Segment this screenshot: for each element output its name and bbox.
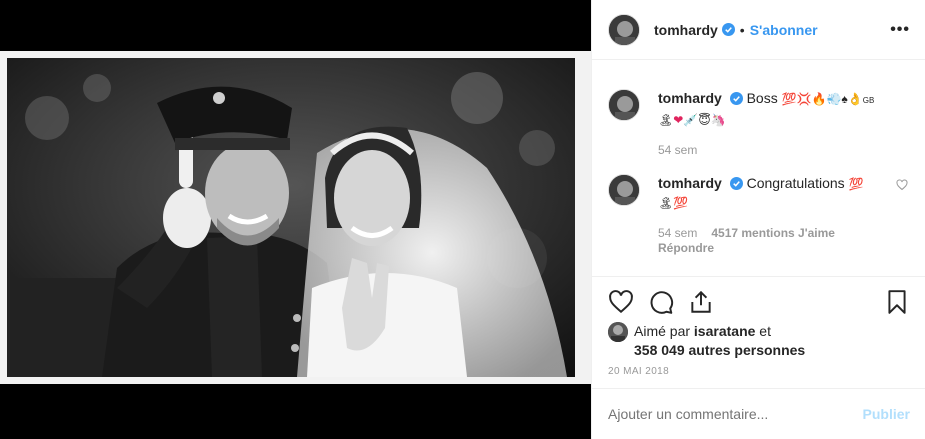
emoji-hundred-icon: 💯 <box>781 92 797 106</box>
comment-avatar[interactable] <box>608 174 640 206</box>
comments-list: tomhardy Boss 💯💢🔥💨♠👌GB 🏝❤💉😇🦄 54 sem tomh… <box>592 61 925 275</box>
add-comment-bar: Publier <box>592 388 925 439</box>
avatar-image <box>609 175 639 205</box>
likes-prefix: Aimé par <box>634 323 691 339</box>
likes-text: Aimé par isaratane et 358 049 autres per… <box>634 322 904 360</box>
emoji-anger-icon: 💢 <box>796 92 812 106</box>
comment-meta: 54 sem 4517 mentions J'aime Répondre <box>658 226 888 256</box>
publish-button[interactable]: Publier <box>863 406 910 422</box>
comment-likes-count[interactable]: 4517 mentions J'aime <box>711 226 835 240</box>
comment-username[interactable]: tomhardy <box>658 90 722 106</box>
comment-meta: 54 sem <box>658 143 888 158</box>
verified-badge-icon <box>721 23 735 36</box>
author-username[interactable]: tomhardy <box>654 22 718 38</box>
emoji-island-icon: 🏝 <box>658 113 674 127</box>
post-header: tomhardy • S'abonner ••• <box>592 0 925 60</box>
emoji-unicorn-icon: 🦄 <box>710 113 726 127</box>
comment-body: tomhardy Boss 💯💢🔥💨♠👌GB 🏝❤💉😇🦄 54 sem <box>658 89 888 158</box>
wedding-photo-image <box>7 58 575 377</box>
post-date[interactable]: 20 MAI 2018 <box>608 366 669 377</box>
emoji-syringe-icon: 💉 <box>683 113 699 127</box>
verified-badge-icon <box>729 177 743 190</box>
liker-username[interactable]: isaratane <box>694 323 755 339</box>
comment-avatar[interactable] <box>608 89 640 121</box>
bookmark-icon[interactable] <box>884 289 910 315</box>
emoji-heart-icon: ❤ <box>673 113 684 127</box>
comment-username[interactable]: tomhardy <box>658 175 722 191</box>
photo-frame <box>0 51 591 384</box>
post-side-panel: tomhardy • S'abonner ••• tomhardy Boss 💯… <box>591 0 925 439</box>
comment-like-heart-icon[interactable] <box>896 179 908 191</box>
emoji-fire-icon: 🔥 <box>811 92 827 106</box>
action-bar <box>592 276 925 326</box>
comment-time[interactable]: 54 sem <box>658 143 697 157</box>
comment-bubble-icon[interactable] <box>648 289 674 315</box>
follow-button[interactable]: S'abonner <box>750 22 818 38</box>
share-icon[interactable] <box>688 289 714 315</box>
comment-body: tomhardy Congratulations 💯 🏝💯 54 sem 4517… <box>658 174 888 256</box>
comment-time[interactable]: 54 sem <box>658 226 697 240</box>
verified-badge-icon <box>729 92 743 105</box>
emoji-ok-hand-icon: 👌 <box>847 92 863 106</box>
post-photo[interactable] <box>7 58 575 377</box>
avatar-image <box>608 322 628 342</box>
more-options-icon[interactable]: ••• <box>890 21 910 39</box>
comment-text: Congratulations <box>746 175 845 191</box>
reply-button[interactable]: Répondre <box>658 241 714 255</box>
likes-count[interactable]: 358 049 autres personnes <box>634 342 805 358</box>
heart-icon[interactable] <box>608 289 634 315</box>
avatar-image <box>609 90 639 120</box>
separator-dot: • <box>739 21 745 38</box>
liker-avatar[interactable] <box>608 322 628 342</box>
emoji-island-icon: 🏝 <box>658 196 674 210</box>
media-pane <box>0 0 591 439</box>
emoji-hundred-icon: 💯 <box>673 196 689 210</box>
likes-conj: et <box>759 323 771 339</box>
author-avatar[interactable] <box>608 13 640 46</box>
avatar-image <box>609 14 639 45</box>
flag-gb-label: GB <box>862 96 875 105</box>
emoji-halo-icon: 😇 <box>698 113 711 127</box>
emoji-dash-icon: 💨 <box>826 92 842 106</box>
emoji-hundred-icon: 💯 <box>848 177 864 191</box>
comment-text: Boss <box>746 90 778 106</box>
comment-input[interactable] <box>608 406 863 422</box>
